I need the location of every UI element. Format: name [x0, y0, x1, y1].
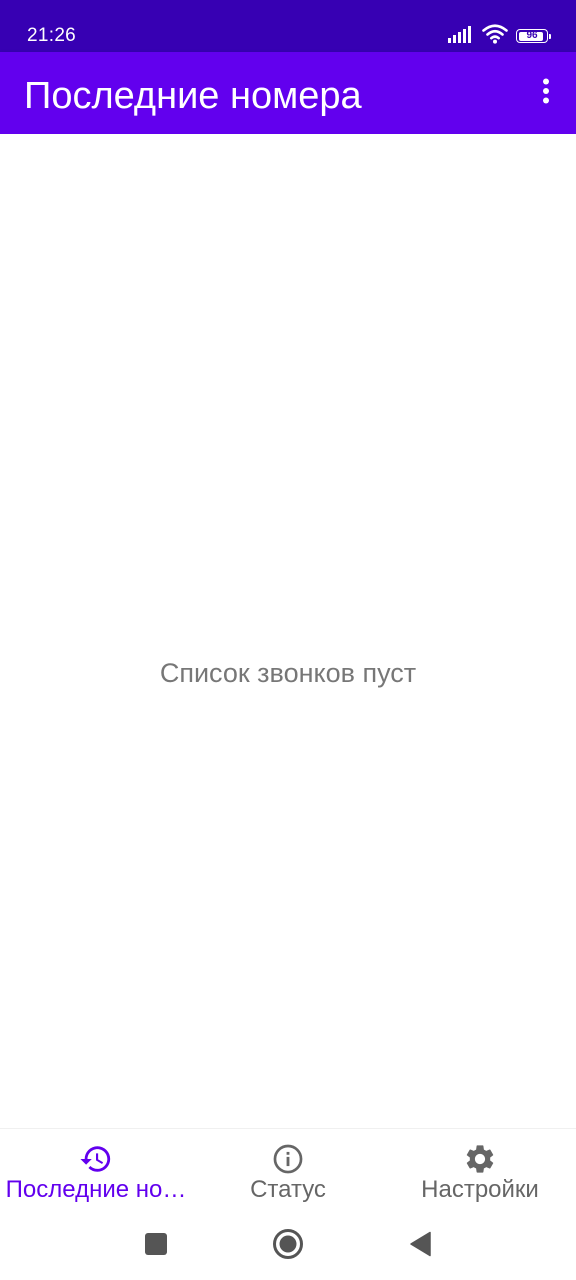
system-navigation-bar [0, 1212, 576, 1280]
back-button[interactable] [398, 1224, 442, 1268]
empty-list-message: Список звонков пуст [159, 658, 417, 688]
app-bar: Последние номера [0, 52, 576, 134]
nav-item-recent-numbers[interactable]: Последние но… [0, 1129, 192, 1213]
battery-tip [548, 33, 551, 39]
back-triangle-icon [409, 1231, 431, 1262]
status-icons: 96 [448, 23, 551, 49]
wifi-icon [482, 23, 508, 49]
page-title: Последние номера [24, 75, 362, 117]
nav-item-settings[interactable]: Настройки [384, 1129, 576, 1213]
nav-label-recent-numbers: Последние но… [5, 1176, 187, 1203]
bottom-navigation: Последние но… Статус Настройки [0, 1128, 576, 1212]
info-icon [271, 1142, 305, 1176]
battery-level: 96 [526, 30, 538, 41]
nav-label-status: Статус [250, 1176, 326, 1203]
status-bar: 21:26 96 [0, 0, 576, 52]
nav-item-status[interactable]: Статус [192, 1129, 384, 1213]
home-button[interactable] [266, 1224, 310, 1268]
calls-list: Список звонков пуст [0, 134, 576, 1128]
battery-icon: 96 [516, 29, 551, 43]
home-circle-icon [272, 1228, 304, 1265]
status-time: 21:26 [27, 25, 77, 46]
more-vert-icon [542, 78, 550, 109]
overflow-menu-button[interactable] [530, 73, 562, 113]
settings-icon [463, 1142, 497, 1176]
recents-square-icon [145, 1232, 167, 1260]
history-icon [79, 1142, 113, 1176]
signal-icon [448, 25, 474, 48]
nav-label-settings: Настройки [421, 1176, 539, 1203]
recents-button[interactable] [134, 1224, 178, 1268]
